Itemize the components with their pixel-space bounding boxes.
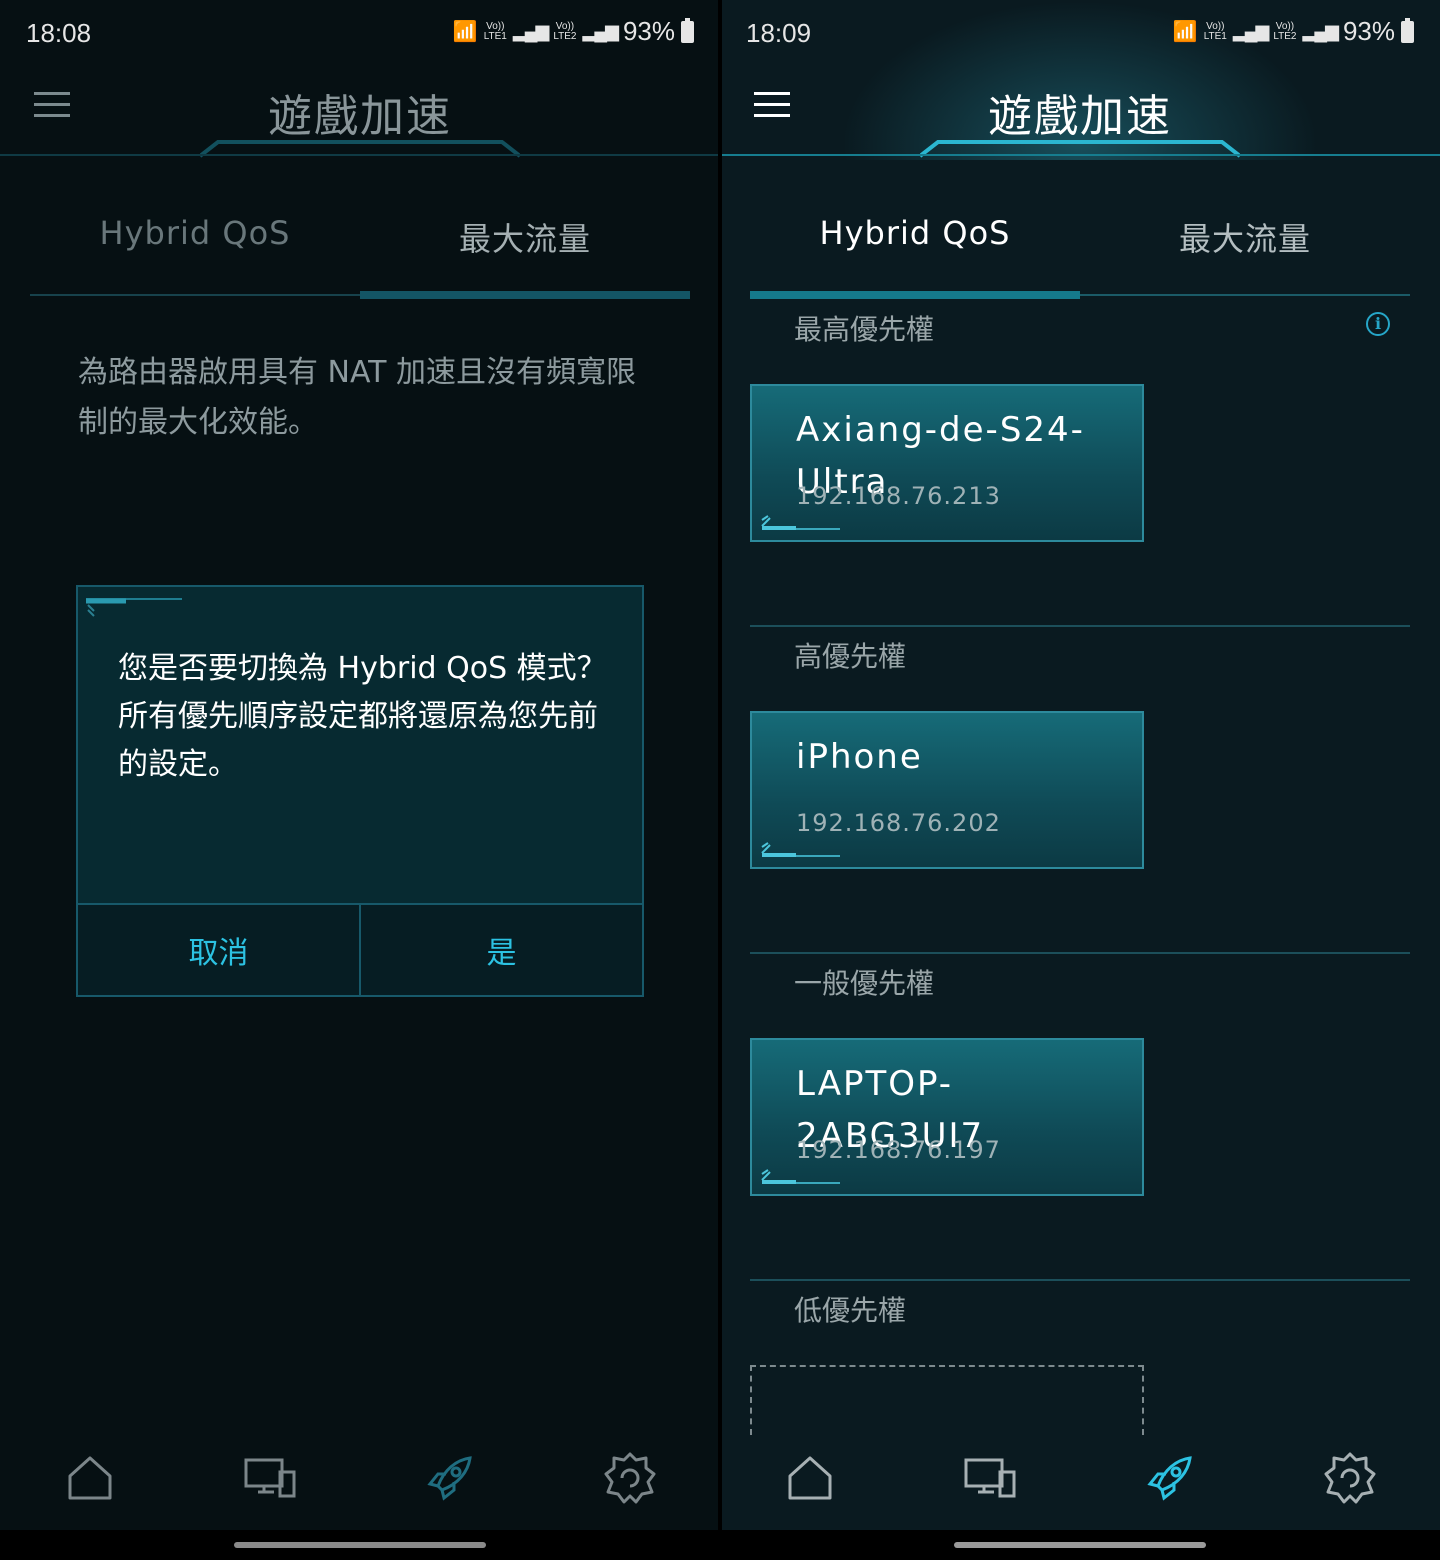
devices-icon[interactable] [960, 1448, 1020, 1508]
header-underline [0, 154, 720, 156]
priority-section-normal: 一般優先權 LAPTOP-2ABG3UI7 192.168.76.197 [750, 954, 1410, 1281]
signal-icon: ▂▄▆ [1302, 21, 1339, 41]
app-header: 遊戲加速 [0, 66, 720, 158]
header-underline [720, 154, 1440, 156]
dialog-message: 您是否要切換為 Hybrid QoS 模式？ 所有優先順序設定都將還原為您先前的… [118, 645, 618, 789]
device-ip: 192.168.76.202 [796, 809, 1001, 837]
gesture-handle[interactable] [954, 1542, 1206, 1548]
tab-hybrid-qos[interactable]: Hybrid QoS [30, 214, 360, 252]
signal-icon: ▂▄▆ [1232, 21, 1269, 41]
tab-indicator [750, 291, 1080, 299]
card-corner-decoration [761, 1169, 840, 1184]
tab-max-throughput[interactable]: 最大流量 [360, 214, 690, 260]
gesture-handle[interactable] [234, 1542, 486, 1548]
home-icon[interactable] [780, 1448, 840, 1508]
dialog-corner-decoration [86, 598, 182, 617]
tab-hybrid-qos[interactable]: Hybrid QoS [750, 214, 1080, 252]
switch-mode-dialog: 您是否要切換為 Hybrid QoS 模式？ 所有優先順序設定都將還原為您先前的… [76, 585, 644, 997]
dialog-note: 所有優先順序設定都將還原為您先前的設定。 [118, 699, 598, 782]
rocket-icon[interactable] [420, 1448, 480, 1508]
dialog-question: 您是否要切換為 Hybrid QoS 模式？ [118, 651, 607, 686]
section-label: 最高優先權 [794, 313, 935, 346]
lte1-indicator: Vo)) LTE1 [1203, 20, 1227, 42]
lte2-indicator: Vo)) LTE2 [553, 20, 577, 42]
status-time: 18:08 [26, 18, 92, 48]
priority-section-highest: 最高優先權 i Axiang-de-S24-Ultra 192.168.76.2… [750, 300, 1410, 627]
tab-indicator [360, 291, 690, 299]
wifi-icon: 📶 [452, 21, 478, 43]
app-header: 遊戲加速 [720, 66, 1440, 158]
confirm-button[interactable]: 是 [359, 905, 642, 995]
battery-level: 93% [622, 16, 675, 46]
battery-icon [1401, 17, 1414, 43]
cancel-button[interactable]: 取消 [78, 905, 359, 995]
device-card[interactable]: LAPTOP-2ABG3UI7 192.168.76.197 [750, 1038, 1144, 1196]
device-card[interactable]: iPhone 192.168.76.202 [750, 711, 1144, 869]
rocket-icon[interactable] [1140, 1448, 1200, 1508]
gear-icon[interactable] [600, 1448, 660, 1508]
status-time: 18:09 [746, 18, 812, 48]
lte1-indicator: Vo)) LTE1 [483, 20, 507, 42]
gear-icon[interactable] [1320, 1448, 1380, 1508]
dialog-buttons: 取消 是 [78, 903, 642, 995]
home-icon[interactable] [60, 1448, 120, 1508]
section-label: 一般優先權 [794, 967, 935, 1000]
lte2-indicator: Vo)) LTE2 [1273, 20, 1297, 42]
status-icons: 📶 Vo)) LTE1 ▂▄▆ Vo)) LTE2 ▂▄▆ 93% [453, 16, 694, 47]
left-screen: 18:08 📶 Vo)) LTE1 ▂▄▆ Vo)) LTE2 ▂▄▆ 93% 遊戲… [0, 0, 720, 1560]
signal-icon: ▂▄▆ [582, 21, 619, 41]
card-corner-decoration [761, 515, 840, 530]
right-screen: 18:09 📶 Vo)) LTE1 ▂▄▆ Vo)) LTE2 ▂▄▆ 93% 遊戲… [720, 0, 1440, 1560]
mode-tabs: Hybrid QoS 最大流量 [750, 200, 1410, 300]
device-ip: 192.168.76.197 [796, 1136, 1001, 1164]
device-ip: 192.168.76.213 [796, 482, 1001, 510]
tab-max-throughput[interactable]: 最大流量 [1080, 214, 1410, 260]
section-label: 高優先權 [794, 640, 907, 673]
priority-section-high: 高優先權 iPhone 192.168.76.202 [750, 627, 1410, 954]
signal-icon: ▂▄▆ [512, 21, 549, 41]
device-card[interactable]: Axiang-de-S24-Ultra 192.168.76.213 [750, 384, 1144, 542]
card-corner-decoration [761, 842, 840, 857]
status-bar: 18:09 📶 Vo)) LTE1 ▂▄▆ Vo)) LTE2 ▂▄▆ 93% [720, 0, 1440, 66]
devices-icon[interactable] [240, 1448, 300, 1508]
mode-tabs: Hybrid QoS 最大流量 [30, 200, 690, 300]
wifi-icon: 📶 [1172, 21, 1198, 43]
status-icons: 📶 Vo)) LTE1 ▂▄▆ Vo)) LTE2 ▂▄▆ 93% [1173, 16, 1414, 47]
info-icon[interactable]: i [1366, 312, 1390, 336]
battery-level: 93% [1342, 16, 1395, 46]
page-title: 遊戲加速 [268, 91, 452, 142]
empty-drop-zone[interactable] [750, 1365, 1144, 1435]
screenshot-divider [718, 0, 722, 1560]
page-title: 遊戲加速 [988, 91, 1172, 142]
status-bar: 18:08 📶 Vo)) LTE1 ▂▄▆ Vo)) LTE2 ▂▄▆ 93% [0, 0, 720, 66]
battery-icon [681, 17, 694, 43]
device-name: iPhone [796, 737, 923, 777]
mode-description: 為路由器啟用具有 NAT 加速且沒有頻寬限制的最大化效能。 [78, 355, 637, 440]
section-label: 低優先權 [794, 1294, 907, 1327]
bottom-nav [720, 1428, 1440, 1528]
bottom-nav [0, 1428, 720, 1528]
